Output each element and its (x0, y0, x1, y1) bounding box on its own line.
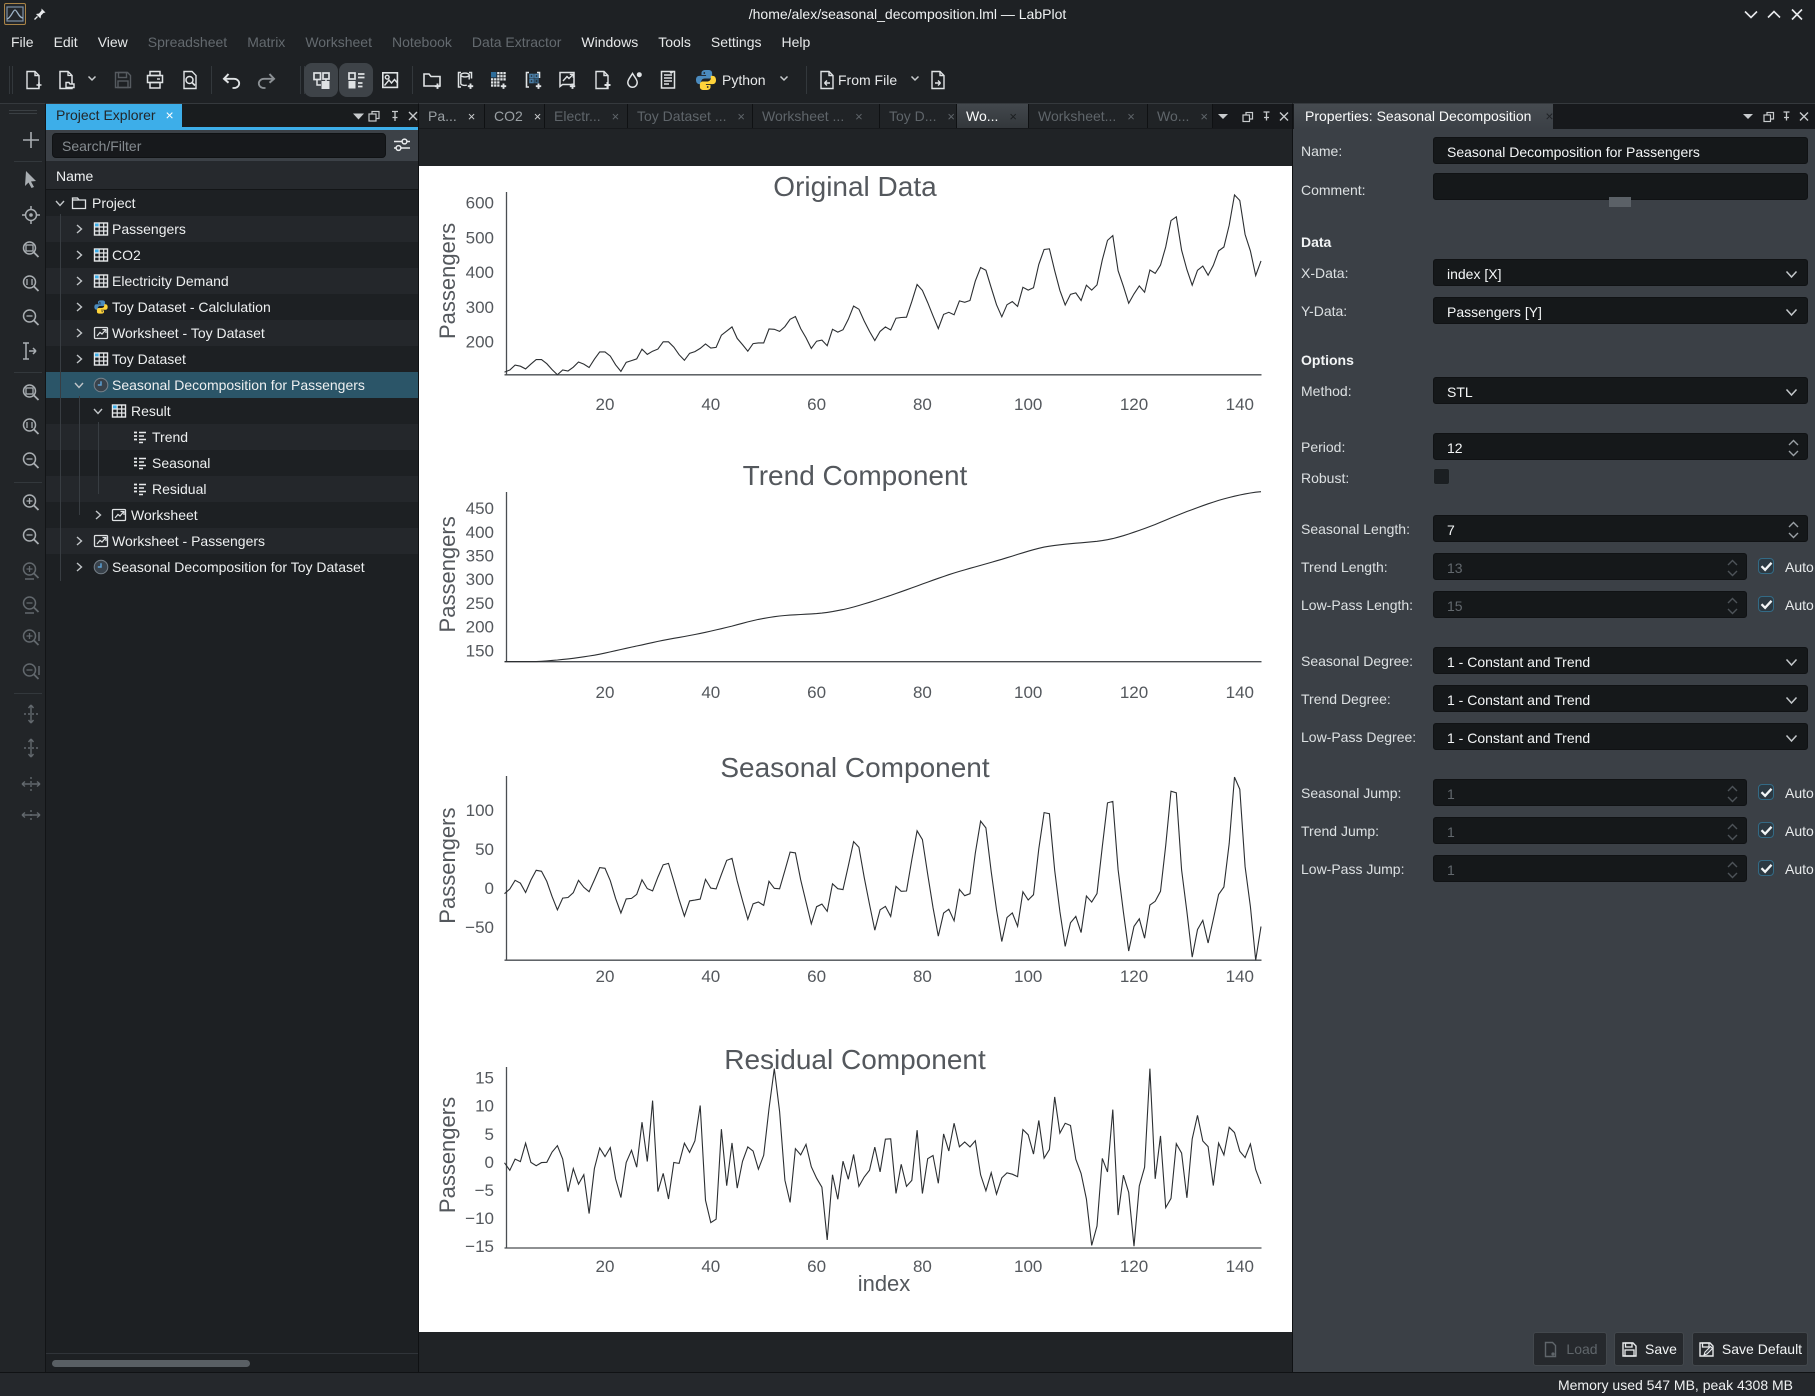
svg-text:40: 40 (701, 967, 720, 986)
svg-text:350: 350 (466, 547, 494, 566)
svg-text:140: 140 (1226, 1257, 1254, 1276)
svg-text:20: 20 (596, 967, 615, 986)
svg-text:Passengers: Passengers (435, 1097, 460, 1213)
svg-text:120: 120 (1120, 683, 1148, 702)
svg-text:400: 400 (466, 523, 494, 542)
svg-text:Original Data: Original Data (773, 171, 937, 202)
svg-text:0: 0 (485, 1153, 494, 1172)
svg-text:40: 40 (701, 395, 720, 414)
svg-text:−10: −10 (465, 1209, 494, 1228)
svg-text:100: 100 (1014, 683, 1042, 702)
svg-text:120: 120 (1120, 967, 1148, 986)
svg-text:80: 80 (913, 1257, 932, 1276)
svg-text:0: 0 (485, 879, 494, 898)
svg-text:120: 120 (1120, 1257, 1148, 1276)
svg-text:20: 20 (596, 395, 615, 414)
svg-text:300: 300 (466, 570, 494, 589)
svg-text:15: 15 (475, 1069, 494, 1088)
svg-text:40: 40 (701, 683, 720, 702)
svg-text:500: 500 (466, 228, 494, 247)
svg-text:−5: −5 (475, 1181, 494, 1200)
svg-text:100: 100 (1014, 967, 1042, 986)
svg-text:100: 100 (1014, 395, 1042, 414)
svg-text:450: 450 (466, 499, 494, 518)
svg-text:60: 60 (807, 395, 826, 414)
svg-text:40: 40 (701, 1257, 720, 1276)
svg-text:80: 80 (913, 683, 932, 702)
svg-text:20: 20 (596, 1257, 615, 1276)
svg-text:80: 80 (913, 967, 932, 986)
svg-text:Passengers: Passengers (435, 223, 460, 339)
svg-text:140: 140 (1226, 683, 1254, 702)
svg-text:200: 200 (466, 618, 494, 637)
svg-text:80: 80 (913, 395, 932, 414)
svg-text:Trend Component: Trend Component (743, 460, 968, 491)
svg-text:5: 5 (485, 1125, 494, 1144)
svg-text:100: 100 (466, 801, 494, 820)
svg-text:50: 50 (475, 840, 494, 859)
svg-text:60: 60 (807, 683, 826, 702)
svg-text:250: 250 (466, 594, 494, 613)
svg-text:−50: −50 (465, 918, 494, 937)
svg-text:120: 120 (1120, 395, 1148, 414)
svg-text:400: 400 (466, 263, 494, 282)
svg-text:Residual Component: Residual Component (724, 1044, 986, 1075)
svg-text:140: 140 (1226, 967, 1254, 986)
svg-text:index: index (858, 1271, 911, 1296)
svg-text:100: 100 (1014, 1257, 1042, 1276)
svg-text:Seasonal Component: Seasonal Component (720, 752, 990, 783)
svg-text:200: 200 (466, 333, 494, 352)
svg-text:−15: −15 (465, 1237, 494, 1256)
svg-text:150: 150 (466, 641, 494, 660)
svg-text:10: 10 (475, 1097, 494, 1116)
svg-text:20: 20 (596, 683, 615, 702)
svg-text:60: 60 (807, 967, 826, 986)
svg-text:Passengers: Passengers (435, 516, 460, 632)
svg-text:300: 300 (466, 298, 494, 317)
svg-text:600: 600 (466, 194, 494, 213)
svg-text:140: 140 (1226, 395, 1254, 414)
svg-text:Passengers: Passengers (435, 808, 460, 924)
svg-text:60: 60 (807, 1257, 826, 1276)
